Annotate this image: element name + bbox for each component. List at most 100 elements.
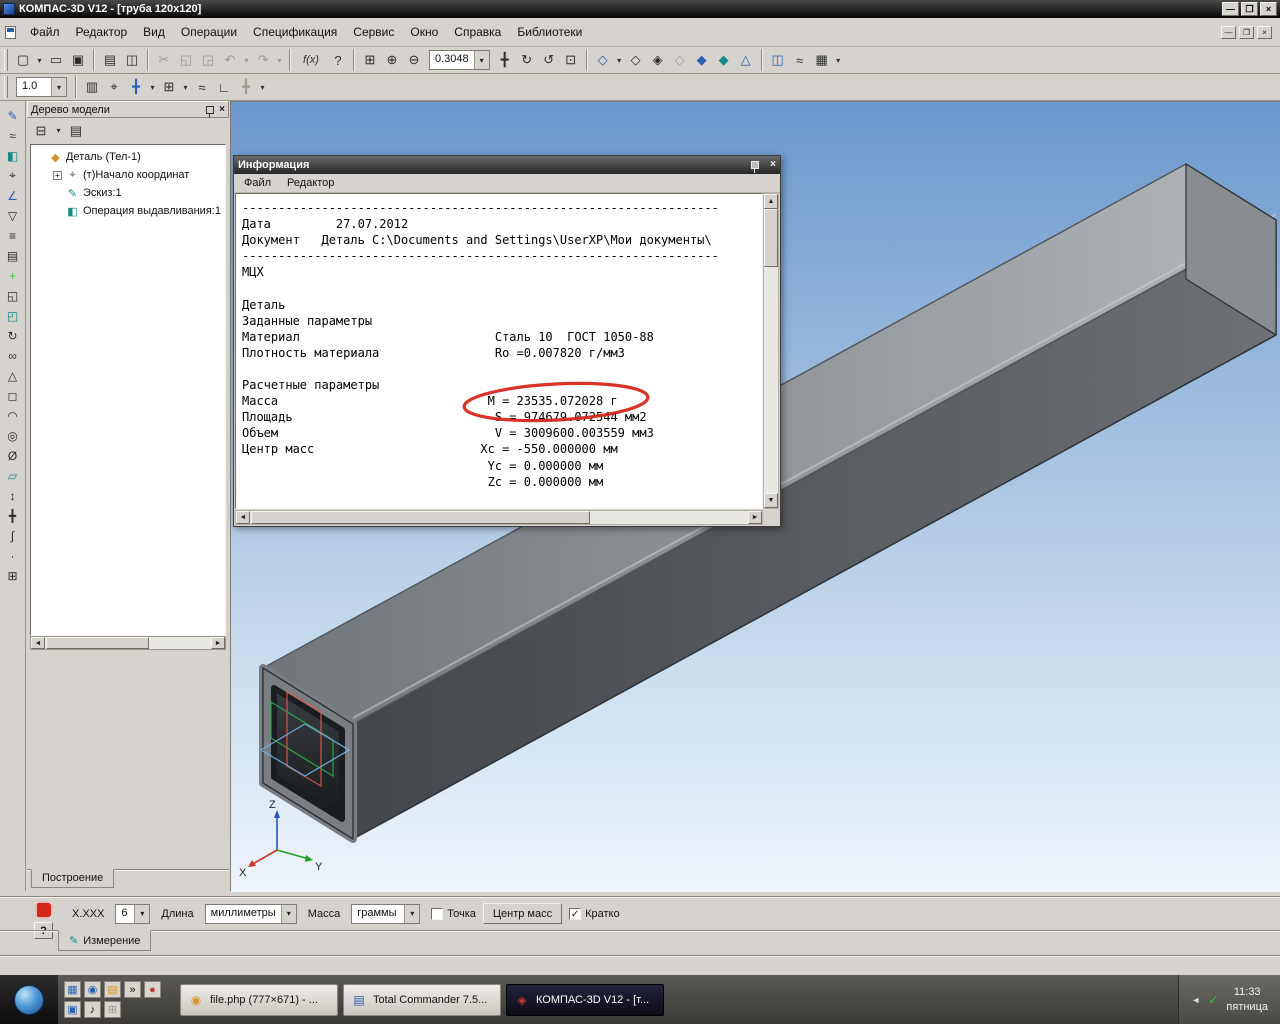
length-units-combo[interactable]: миллиметры ▾ <box>204 903 297 924</box>
zoom-scale-value[interactable]: 0.3048 <box>430 51 474 69</box>
precision-value[interactable]: 6 <box>116 905 134 923</box>
info-window-titlebar[interactable]: Информация × <box>234 156 780 174</box>
show-desktop-icon[interactable]: ▦ <box>64 981 81 998</box>
pin-icon[interactable] <box>206 105 215 118</box>
snap-arrow-icon[interactable]: ▾ <box>147 77 158 97</box>
open-document-icon[interactable]: ▭ <box>45 50 67 70</box>
pin-icon[interactable] <box>751 161 760 173</box>
menu-editor[interactable]: Редактор <box>68 22 136 42</box>
zoom-scale-combo[interactable]: 0.3048 ▾ <box>429 50 490 70</box>
array-icon[interactable]: ⊞ <box>3 566 23 585</box>
refresh-view-icon[interactable]: ↺ <box>538 50 560 70</box>
axis-icon[interactable]: ↕ <box>3 486 23 505</box>
shaded-wireframe-icon[interactable]: ◆ <box>713 50 735 70</box>
scrollbar-track[interactable] <box>764 209 778 493</box>
checkbox-box[interactable]: ✓ <box>569 907 582 920</box>
length-units-dropdown-icon[interactable]: ▾ <box>280 904 296 923</box>
current-step-value[interactable]: 1.0 <box>17 78 51 96</box>
new-document-arrow-icon[interactable]: ▾ <box>34 50 45 70</box>
point-checkbox[interactable]: Точка <box>431 907 476 920</box>
thread-icon[interactable]: Ø <box>3 446 23 465</box>
child-restore-button[interactable]: ❐ <box>1239 25 1254 39</box>
menu-help[interactable]: Справка <box>446 22 509 42</box>
center-mass-button[interactable]: Центр масс <box>482 903 563 924</box>
toolbar-grip[interactable] <box>4 49 8 71</box>
zoom-window-icon[interactable]: ⊞ <box>359 50 381 70</box>
scroll-up-icon[interactable]: ▲ <box>764 194 778 209</box>
fit-all-icon[interactable]: ⊡ <box>560 50 582 70</box>
document-icon[interactable] <box>5 25 16 39</box>
zoom-in-icon[interactable]: ⊕ <box>381 50 403 70</box>
zoom-out-icon[interactable]: ⊖ <box>403 50 425 70</box>
scrollbar-thumb[interactable] <box>46 637 149 649</box>
expander-icon[interactable]: + <box>53 170 62 180</box>
info-content[interactable]: ----------------------------------------… <box>235 193 763 509</box>
menu-window[interactable]: Окно <box>402 22 446 42</box>
scroll-right-icon[interactable]: ► <box>748 511 762 524</box>
edit-part-icon[interactable]: ✎ <box>3 106 23 125</box>
point-icon[interactable]: · <box>3 546 23 565</box>
scrollbar-track[interactable] <box>250 511 748 524</box>
tab-izmerenie[interactable]: ✎ Измерение <box>58 930 152 951</box>
print-preview-icon[interactable]: ◫ <box>121 50 143 70</box>
menu-libraries[interactable]: Библиотеки <box>509 22 590 42</box>
menu-specification[interactable]: Спецификация <box>245 22 345 42</box>
orientation-icon[interactable]: ◇ <box>592 50 614 70</box>
mass-units-value[interactable]: граммы <box>352 905 404 923</box>
orientation-arrow-icon[interactable]: ▾ <box>614 50 625 70</box>
child-minimize-button[interactable]: — <box>1221 25 1236 39</box>
checkbox-box[interactable] <box>431 907 444 920</box>
loft-icon[interactable]: ∞ <box>3 346 23 365</box>
tree-structure-icon[interactable]: ⊟ <box>30 121 52 141</box>
cut-icon[interactable]: ✂ <box>153 50 175 70</box>
scroll-right-icon[interactable]: ► <box>211 637 225 649</box>
sheet-body-icon[interactable]: ◱ <box>3 286 23 305</box>
media-quicklaunch-icon[interactable]: ♪ <box>84 1001 101 1018</box>
current-options-arrow-icon[interactable]: ▾ <box>257 77 268 97</box>
tree-composition-icon[interactable]: ▤ <box>65 121 87 141</box>
office-quicklaunch-icon[interactable]: ● <box>144 981 161 998</box>
rounding-icon[interactable]: ≈ <box>191 77 213 97</box>
grid-icon[interactable]: ⊞ <box>158 77 180 97</box>
calculator-quicklaunch-icon[interactable]: ⊞ <box>104 1001 121 1018</box>
scroll-left-icon[interactable]: ◄ <box>31 637 45 649</box>
print-icon[interactable]: ▤ <box>99 50 121 70</box>
info-menu-editor[interactable]: Редактор <box>279 175 342 191</box>
hole-icon[interactable]: ◎ <box>3 426 23 445</box>
hidden-lines-thin-icon[interactable]: ◇ <box>669 50 691 70</box>
plane-icon[interactable]: ▱ <box>3 466 23 485</box>
taskbar-button-totalcommander[interactable]: ▤ Total Commander 7.5... <box>343 983 501 1016</box>
taskbar-clock[interactable]: 11:33 пятница <box>1226 985 1268 1014</box>
precision-combo[interactable]: 6 ▾ <box>115 903 151 924</box>
tab-postroenie[interactable]: Построение <box>31 869 115 888</box>
scrollbar-thumb[interactable] <box>764 209 778 267</box>
undo-icon[interactable]: ↶ <box>219 50 241 70</box>
document-properties-icon[interactable]: ▥ <box>81 77 103 97</box>
hidden-lines-icon[interactable]: ◈ <box>647 50 669 70</box>
snap-settings-icon[interactable]: ╋ <box>125 77 147 97</box>
folder-quicklaunch-icon[interactable]: ▤ <box>104 981 121 998</box>
scroll-left-icon[interactable]: ◄ <box>236 511 250 524</box>
reports-icon[interactable]: ▤ <box>3 246 23 265</box>
minimize-button[interactable]: — <box>1222 2 1239 16</box>
scrollbar-track[interactable] <box>45 637 211 649</box>
info-menu-file[interactable]: Файл <box>236 175 279 191</box>
menu-file[interactable]: Файл <box>22 22 68 42</box>
rotate-view-icon[interactable]: ↻ <box>516 50 538 70</box>
filters-icon[interactable]: ▽ <box>3 206 23 225</box>
wireframe-icon[interactable]: ◇ <box>625 50 647 70</box>
context-help-icon[interactable]: ? <box>327 50 349 70</box>
info-horizontal-scrollbar[interactable]: ◄ ► <box>235 510 763 525</box>
current-step-dropdown-icon[interactable]: ▾ <box>51 78 66 96</box>
length-units-value[interactable]: миллиметры <box>206 905 281 923</box>
grid-arrow-icon[interactable]: ▾ <box>180 77 191 97</box>
tree-item[interactable]: ◧ Операция выдавливания:1 <box>31 202 225 220</box>
mass-units-combo[interactable]: граммы ▾ <box>351 903 421 924</box>
revolve-icon[interactable]: ↻ <box>3 326 23 345</box>
tree-structure-arrow-icon[interactable]: ▾ <box>53 121 64 141</box>
zoom-scale-dropdown-icon[interactable]: ▾ <box>473 51 489 69</box>
tree-item[interactable]: ◆ Деталь (Тел-1) <box>31 148 225 166</box>
browser-quicklaunch-icon[interactable]: ◉ <box>84 981 101 998</box>
auxiliary-geometry-icon[interactable]: ⌖ <box>3 166 23 185</box>
ortho-drawing-icon[interactable]: ∟ <box>213 77 235 97</box>
